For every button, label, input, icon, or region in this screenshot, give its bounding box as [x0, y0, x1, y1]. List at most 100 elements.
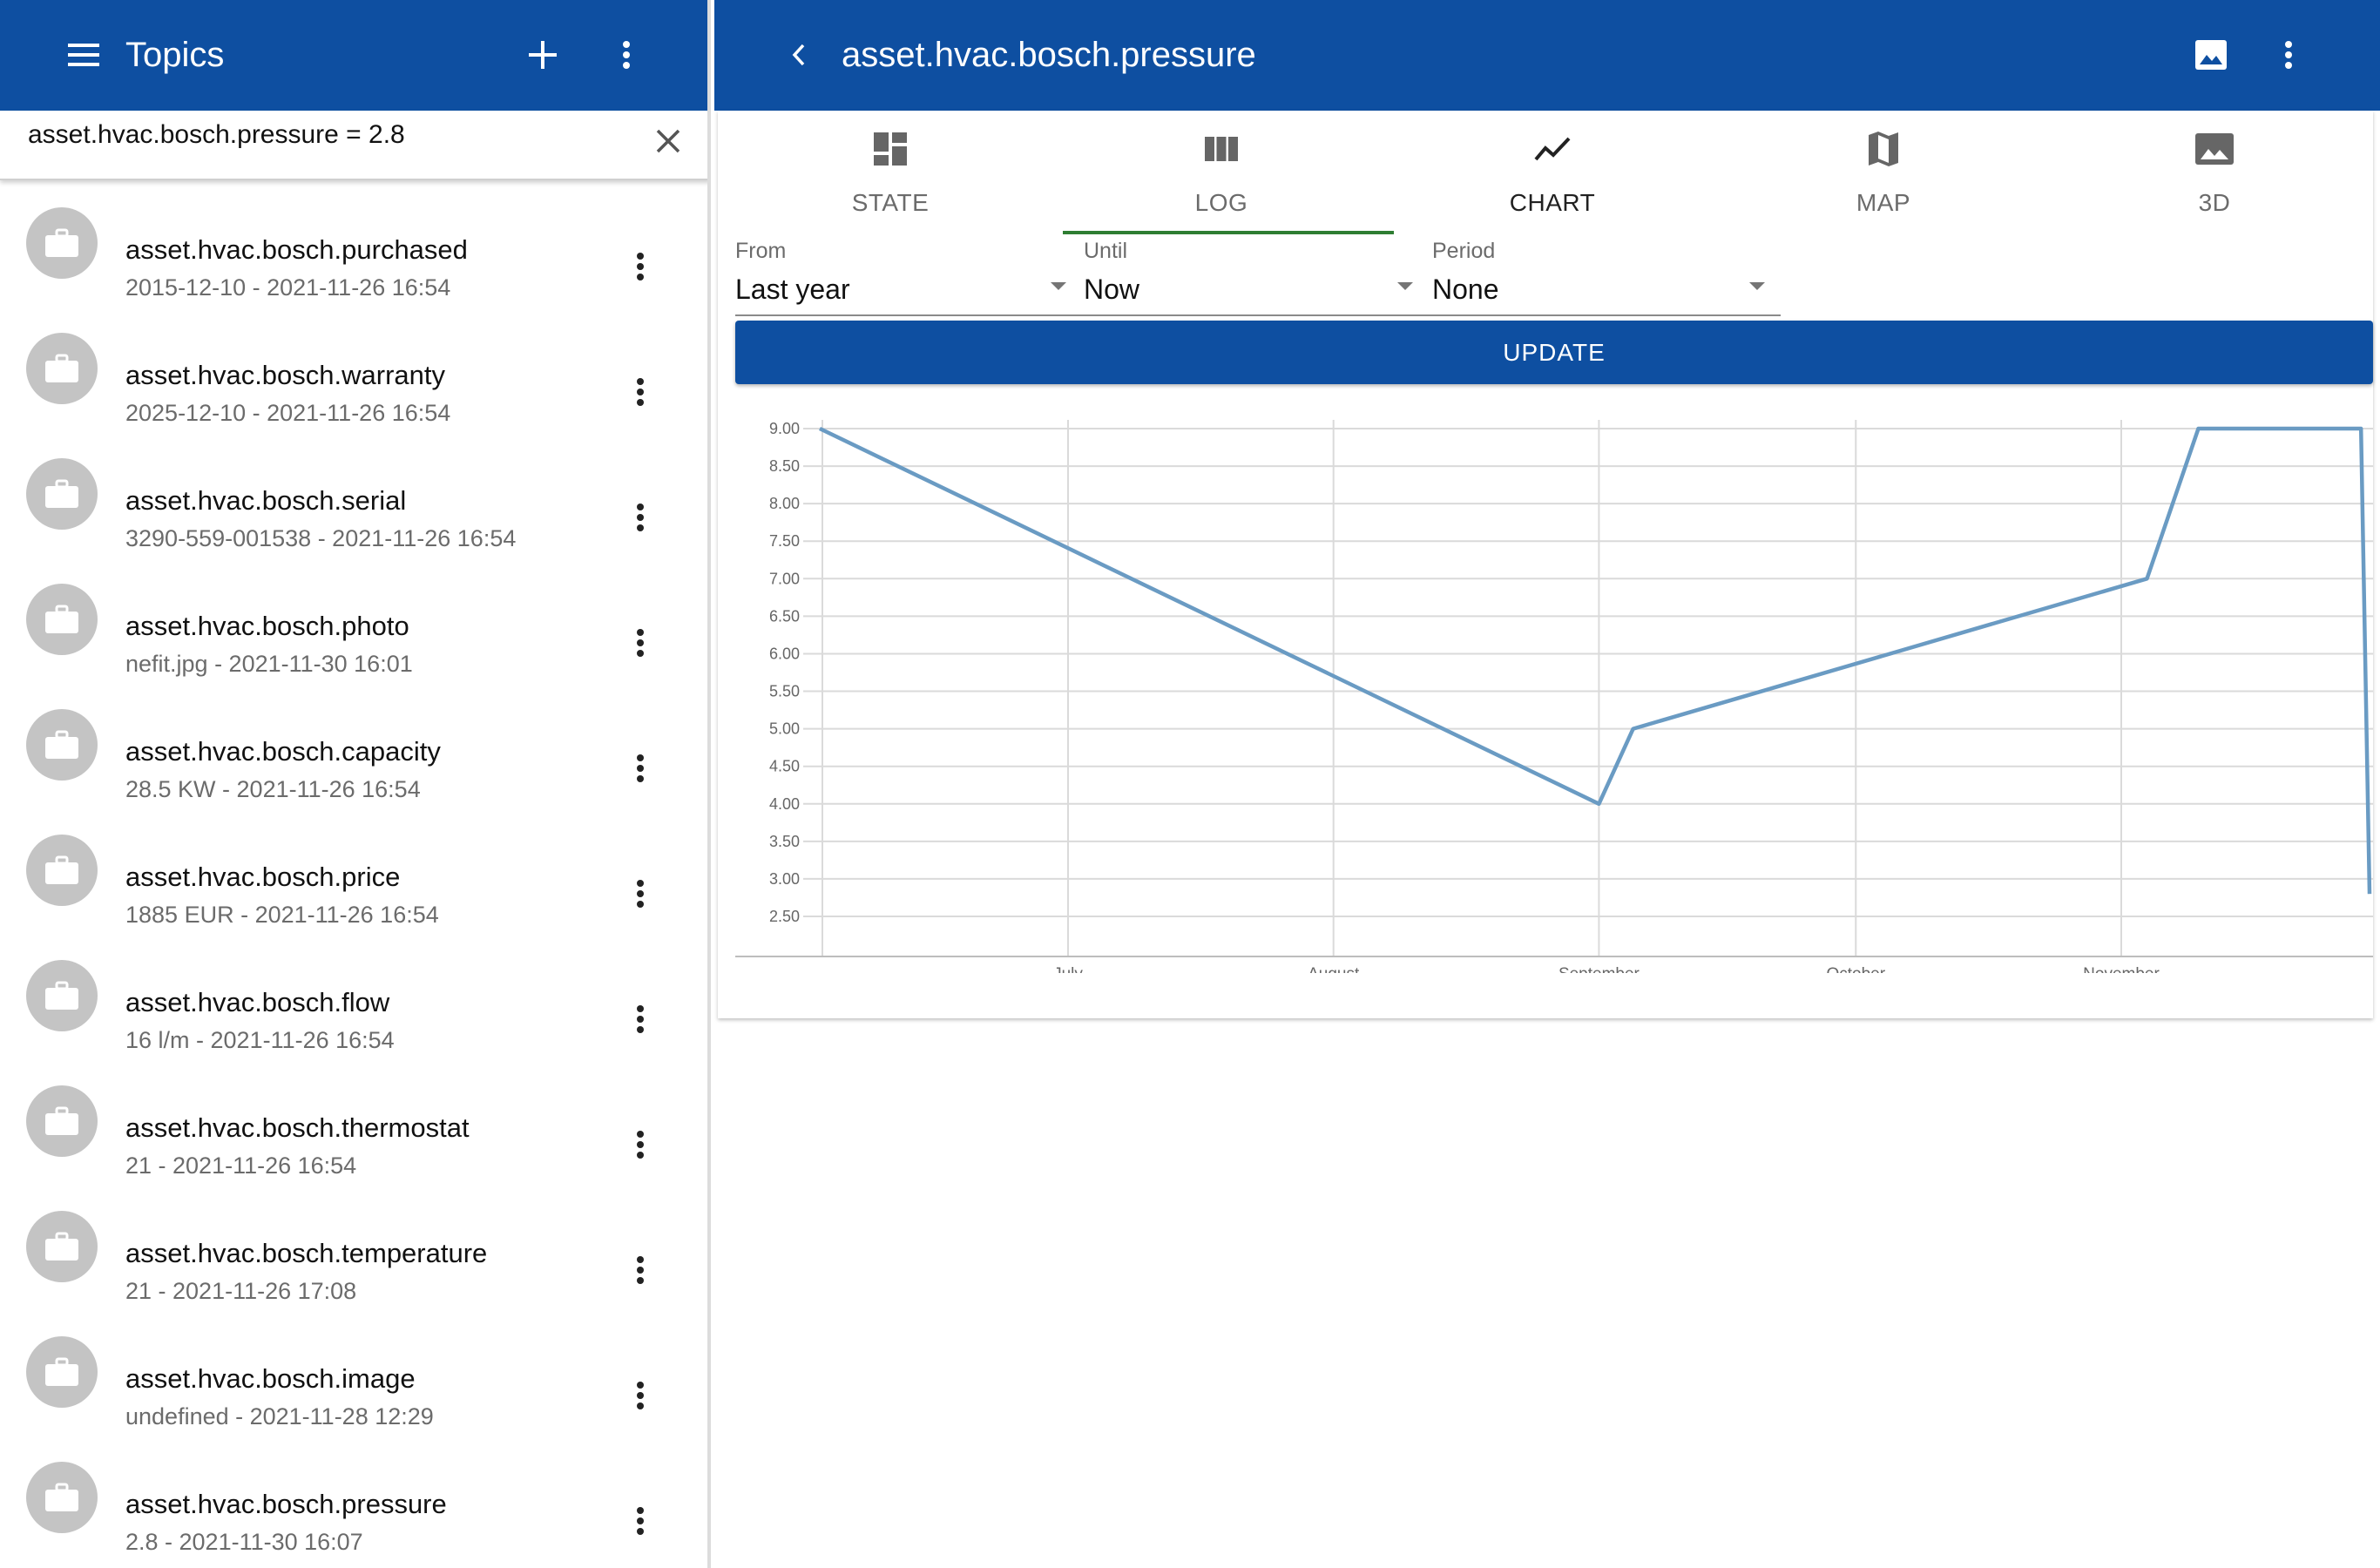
plus-icon: [529, 41, 557, 69]
avatar: [26, 1211, 98, 1282]
detail-card: STATE LOG CHART MAP 3D From Last year Un…: [718, 111, 2373, 1018]
more-options-button[interactable]: [605, 33, 648, 77]
pressure-line-chart: 9.00 8.50 8.00 7.50 7.00 6.50 6.00 5.50 5.00 4.50…: [735, 420, 2373, 973]
y-tick-label: 7.00: [769, 570, 800, 587]
period-value: None: [1432, 274, 1499, 305]
chevron-down-icon: [1397, 282, 1413, 290]
from-value: Last year: [735, 274, 850, 305]
back-button[interactable]: [777, 33, 821, 77]
topic-subtitle: 2.8 - 2021-11-30 16:07: [125, 1529, 363, 1555]
topic-more-button[interactable]: [610, 1490, 671, 1551]
topic-list-item[interactable]: asset.hvac.bosch.capacity 28.5 KW - 2021-…: [0, 682, 707, 808]
topic-list-item[interactable]: asset.hvac.bosch.temperature 21 - 2021-11…: [0, 1184, 707, 1309]
tab-map[interactable]: MAP: [1718, 111, 2049, 237]
tab-3d[interactable]: 3D: [2049, 111, 2380, 237]
topic-list-item[interactable]: asset.hvac.bosch.image undefined - 2021-1…: [0, 1309, 707, 1435]
update-button[interactable]: UPDATE: [735, 321, 2373, 384]
topic-more-button[interactable]: [610, 1365, 671, 1426]
x-tick-label: October: [1826, 965, 1885, 973]
topics-app-bar: Topics: [0, 0, 707, 111]
tab-state[interactable]: STATE: [725, 111, 1056, 237]
topic-name: asset.hvac.bosch.capacity: [125, 736, 441, 767]
briefcase-icon: [45, 1232, 78, 1260]
topic-more-button[interactable]: [610, 738, 671, 799]
topic-subtitle: 1885 EUR - 2021-11-26 16:54: [125, 902, 439, 928]
avatar: [26, 1085, 98, 1157]
chart-y-ticks: 9.00 8.50 8.00 7.50 7.00 6.50 6.00 5.50 5.00 4.50…: [769, 420, 800, 925]
avatar: [26, 835, 98, 906]
briefcase-icon: [45, 981, 78, 1010]
topic-list-item[interactable]: asset.hvac.bosch.warranty 2025-12-10 - 20…: [0, 306, 707, 431]
more-vert-icon: [623, 41, 630, 69]
tab-log[interactable]: LOG: [1056, 111, 1387, 237]
topic-name: asset.hvac.bosch.flow: [125, 987, 390, 1017]
topic-subtitle: 28.5 KW - 2021-11-26 16:54: [125, 776, 421, 802]
topic-more-button[interactable]: [610, 612, 671, 673]
avatar: [26, 584, 98, 655]
avatar: [26, 1336, 98, 1408]
topic-subtitle: 2025-12-10 - 2021-11-26 16:54: [125, 400, 451, 426]
topic-name: asset.hvac.bosch.price: [125, 862, 401, 892]
topic-list-item[interactable]: asset.hvac.bosch.price 1885 EUR - 2021-11…: [0, 808, 707, 933]
avatar: [26, 207, 98, 279]
chevron-left-icon: [792, 44, 805, 66]
briefcase-icon: [45, 1106, 78, 1135]
topic-more-button[interactable]: [610, 863, 671, 924]
topics-panel: Topics asset.hvac.bosch.pressure = 2.8 a…: [0, 0, 711, 1568]
topic-name: asset.hvac.bosch.image: [125, 1363, 416, 1394]
topic-more-button[interactable]: [610, 236, 671, 297]
briefcase-icon: [45, 1483, 78, 1511]
briefcase-icon: [45, 479, 78, 508]
add-topic-button[interactable]: [517, 33, 569, 77]
tab-chart[interactable]: CHART: [1387, 111, 1718, 237]
topic-list-item[interactable]: asset.hvac.bosch.flow 16 l/m - 2021-11-26…: [0, 933, 707, 1058]
detail-app-bar: asset.hvac.bosch.pressure: [714, 0, 2380, 111]
topic-list-item[interactable]: asset.hvac.bosch.pressure 2.8 - 2021-11-3…: [0, 1435, 707, 1560]
topic-list-item[interactable]: asset.hvac.bosch.thermostat 21 - 2021-11-…: [0, 1058, 707, 1184]
avatar: [26, 333, 98, 404]
y-tick-label: 3.50: [769, 833, 800, 850]
more-vert-icon: [637, 378, 644, 406]
from-underline: [735, 314, 1084, 316]
detail-title: asset.hvac.bosch.pressure: [842, 36, 1256, 74]
x-tick-label: November: [2083, 965, 2160, 973]
clear-search-button[interactable]: [646, 119, 690, 163]
briefcase-icon: [45, 354, 78, 382]
topic-list-item[interactable]: asset.hvac.bosch.purchased 2015-12-10 - 2…: [0, 180, 707, 306]
topic-more-button[interactable]: [610, 1240, 671, 1301]
until-underline: [1084, 314, 1432, 316]
line-chart-icon: [1534, 137, 1571, 161]
dashboard-icon: [874, 132, 907, 166]
search-bar: asset.hvac.bosch.pressure = 2.8: [0, 111, 707, 180]
topic-name: asset.hvac.bosch.warranty: [125, 360, 446, 390]
avatar: [26, 709, 98, 781]
from-label: From: [735, 239, 787, 263]
detail-more-button[interactable]: [2267, 33, 2310, 77]
topic-more-button[interactable]: [610, 362, 671, 422]
hamburger-menu-icon[interactable]: [57, 33, 110, 77]
topic-subtitle: 21 - 2021-11-26 17:08: [125, 1278, 357, 1304]
tab-map-label: MAP: [1856, 189, 1911, 216]
topic-more-button[interactable]: [610, 1114, 671, 1175]
avatar: [26, 1462, 98, 1533]
period-underline: [1432, 314, 1781, 316]
view-column-icon: [1205, 137, 1238, 161]
more-vert-icon: [637, 253, 644, 280]
topic-more-button[interactable]: [610, 989, 671, 1050]
topic-list-item[interactable]: asset.hvac.bosch.serial 3290-559-001538 -…: [0, 431, 707, 557]
topic-more-button[interactable]: [610, 487, 671, 548]
tab-state-label: STATE: [851, 189, 930, 216]
topic-name: asset.hvac.bosch.pressure: [125, 1489, 447, 1519]
topic-list-item[interactable]: asset.hvac.bosch.photo nefit.jpg - 2021-1…: [0, 557, 707, 682]
image-button[interactable]: [2187, 33, 2235, 77]
chevron-down-icon: [1749, 282, 1765, 290]
avatar: [26, 458, 98, 530]
more-vert-icon: [637, 1507, 644, 1535]
search-input[interactable]: asset.hvac.bosch.pressure = 2.8: [28, 118, 405, 152]
more-vert-icon: [637, 1256, 644, 1284]
y-tick-label: 6.50: [769, 607, 800, 625]
topic-subtitle: nefit.jpg - 2021-11-30 16:01: [125, 651, 413, 677]
more-vert-icon: [637, 880, 644, 908]
topic-subtitle: 16 l/m - 2021-11-26 16:54: [125, 1027, 395, 1053]
topic-name: asset.hvac.bosch.temperature: [125, 1238, 488, 1268]
